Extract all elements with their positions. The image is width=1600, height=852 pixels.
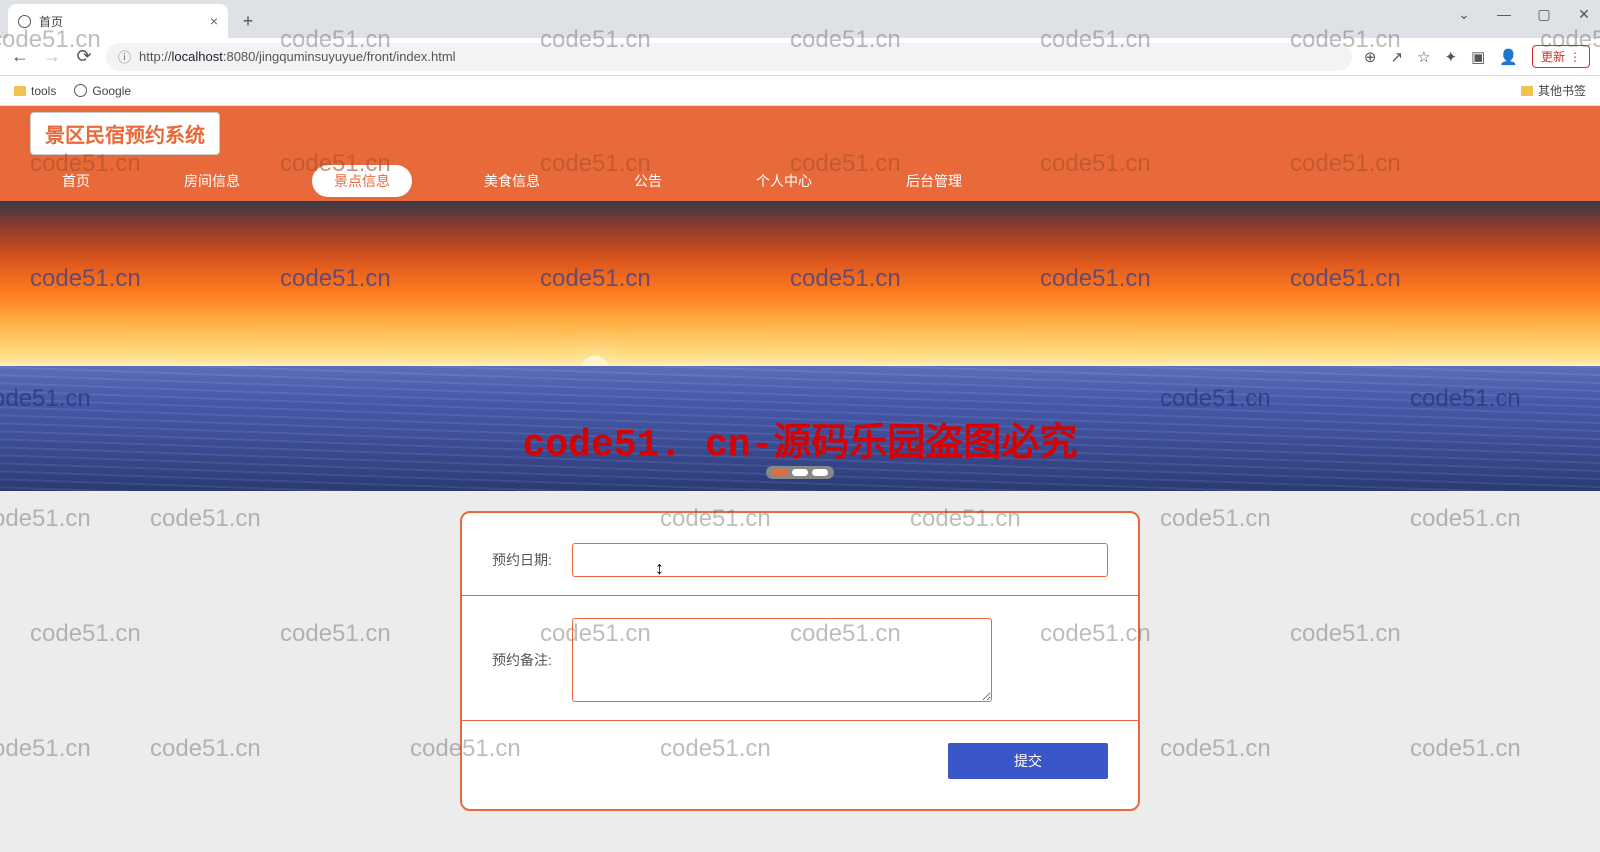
carousel-dot-3[interactable] — [812, 469, 828, 476]
watermark: code51.cn — [1160, 505, 1271, 533]
carousel-sky — [0, 201, 1600, 366]
globe-icon — [18, 15, 31, 28]
profile-icon[interactable]: 👤 — [1499, 48, 1518, 66]
update-button[interactable]: 更新 ⋮ — [1532, 45, 1590, 68]
reload-button[interactable]: ⟳ — [74, 46, 94, 67]
site-header: 景区民宿预约系统 — [0, 106, 1600, 161]
nav-home[interactable]: 首页 — [40, 165, 112, 197]
main-nav: 首页 房间信息 景点信息 美食信息 公告 个人中心 后台管理 — [0, 161, 1600, 201]
submit-button[interactable]: 提交 — [948, 743, 1108, 779]
site-info-icon[interactable]: ⓘ — [118, 47, 131, 66]
watermark: code51.cn — [0, 735, 91, 763]
carousel-dot-1[interactable] — [772, 469, 788, 476]
browser-tab-strip: 首页 × + ⌄ — ▢ ✕ — [0, 0, 1600, 38]
carousel-indicators — [766, 466, 834, 479]
back-button[interactable]: ← — [10, 46, 30, 67]
bookmark-other[interactable]: 其他书签 — [1521, 82, 1586, 99]
toolbar-extensions: ⊕ ↗ ☆ ✦ ▣ 👤 更新 ⋮ — [1364, 45, 1590, 68]
address-bar: ← → ⟳ ⓘ http://localhost:8080/jingqumins… — [0, 38, 1600, 76]
bookmark-google[interactable]: Google — [74, 84, 131, 98]
browser-tab[interactable]: 首页 × — [8, 4, 228, 38]
maximize-icon[interactable]: ▢ — [1534, 6, 1554, 23]
nav-announcement[interactable]: 公告 — [612, 165, 684, 197]
watermark: code51.cn — [1290, 620, 1401, 648]
nav-admin[interactable]: 后台管理 — [884, 165, 984, 197]
site-title: 景区民宿预约系统 — [30, 112, 220, 155]
date-label: 预约日期: — [492, 550, 572, 570]
watermark: code51.cn — [1160, 735, 1271, 763]
url-text: http://localhost:8080/jingquminsuyuyue/f… — [139, 49, 456, 64]
url-input[interactable]: ⓘ http://localhost:8080/jingquminsuyuyue… — [106, 43, 1352, 71]
booking-form: 预约日期: 预约备注: 提交 — [460, 511, 1140, 811]
globe-icon — [74, 84, 87, 97]
date-input[interactable] — [572, 543, 1108, 577]
watermark: code51.cn — [150, 505, 261, 533]
form-submit-row: 提交 — [462, 733, 1138, 779]
carousel-dot-2[interactable] — [792, 469, 808, 476]
folder-icon — [14, 86, 26, 96]
form-row-note: 预约备注: — [462, 608, 1138, 721]
note-label: 预约备注: — [492, 650, 572, 670]
watermark: code51.cn — [1410, 735, 1521, 763]
star-icon[interactable]: ☆ — [1417, 48, 1430, 66]
note-textarea[interactable] — [572, 618, 992, 702]
watermark: code51.cn — [1410, 505, 1521, 533]
nav-scenic-info[interactable]: 景点信息 — [312, 165, 412, 197]
form-row-date: 预约日期: — [462, 533, 1138, 596]
watermark: code51.cn — [150, 735, 261, 763]
nav-food-info[interactable]: 美食信息 — [462, 165, 562, 197]
new-tab-button[interactable]: + — [234, 7, 262, 35]
folder-icon — [1521, 86, 1533, 96]
hero-carousel: code51. cn-源码乐园盗图必究 — [0, 201, 1600, 491]
bookmark-tools[interactable]: tools — [14, 84, 56, 98]
close-window-icon[interactable]: ✕ — [1574, 6, 1594, 23]
share-icon[interactable]: ↗ — [1391, 48, 1404, 66]
extensions-icon[interactable]: ✦ — [1445, 48, 1458, 66]
watermark: code51.cn — [30, 620, 141, 648]
window-controls: ⌄ — ▢ ✕ — [1454, 6, 1594, 23]
watermark: code51.cn — [280, 620, 391, 648]
carousel-watermark: code51. cn-源码乐园盗图必究 — [0, 411, 1600, 467]
chevron-down-icon[interactable]: ⌄ — [1454, 6, 1474, 23]
search-icon[interactable]: ⊕ — [1364, 48, 1377, 66]
side-panel-icon[interactable]: ▣ — [1471, 48, 1485, 66]
nav-room-info[interactable]: 房间信息 — [162, 165, 262, 197]
nav-user-center[interactable]: 个人中心 — [734, 165, 834, 197]
watermark: code51.cn — [0, 505, 91, 533]
forward-button[interactable]: → — [42, 46, 62, 67]
minimize-icon[interactable]: — — [1494, 6, 1514, 23]
close-icon[interactable]: × — [210, 13, 218, 29]
tab-title: 首页 — [39, 13, 63, 30]
bookmarks-bar: tools Google 其他书签 — [0, 76, 1600, 106]
